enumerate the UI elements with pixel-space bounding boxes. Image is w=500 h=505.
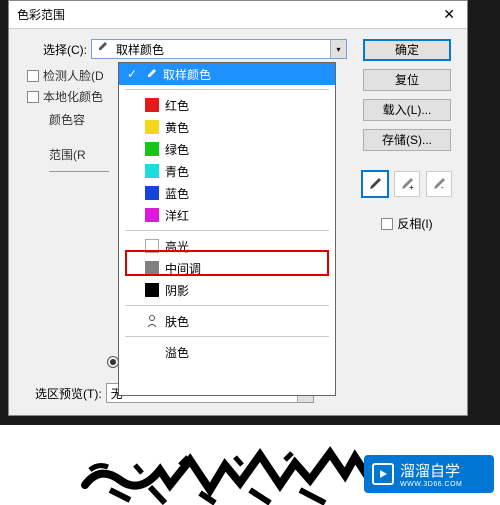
save-button[interactable]: 存储(S)... [363,129,451,151]
preview-label: 选区预览(T): [35,385,102,402]
tolerance-label: 颜色容 [49,111,85,128]
dialog-title: 色彩范围 [17,6,65,23]
svg-text:+: + [409,183,414,192]
dd-item-label: 阴影 [165,282,189,299]
range-slider-track [49,171,109,172]
person-icon [145,314,159,328]
dd-item-label: 中间调 [165,260,201,277]
dd-highlights[interactable]: 高光 [119,235,335,257]
invert-checkbox[interactable] [381,218,393,230]
dd-magenta[interactable]: 洋红 [119,204,335,226]
eyedropper-icon [96,41,112,57]
range-label: 范围(R [49,146,86,163]
dd-item-label: 取样颜色 [163,66,211,83]
dd-green[interactable]: 绿色 [119,138,335,160]
select-dropdown[interactable]: 取样颜色 ▾ [91,39,347,59]
select-label: 选择(C): [43,41,87,58]
separator [125,336,329,337]
green-swatch [145,142,159,156]
dd-item-label: 高光 [165,238,189,255]
ok-button[interactable]: 确定 [363,39,451,61]
white-swatch [145,239,159,253]
close-button[interactable]: ✕ [439,6,459,23]
watermark-sub: WWW.3D66.COM [400,481,462,488]
separator [125,305,329,306]
gray-swatch [145,261,159,275]
dd-item-label: 蓝色 [165,185,189,202]
dd-item-label: 青色 [165,163,189,180]
watermark-text: 溜溜自学 [400,460,462,481]
dd-sampled-colors[interactable]: ✓ 取样颜色 [119,63,335,85]
dd-cyan[interactable]: 青色 [119,160,335,182]
dd-yellow[interactable]: 黄色 [119,116,335,138]
dd-item-label: 黄色 [165,119,189,136]
dd-item-label: 绿色 [165,141,189,158]
eyedropper-icon [145,68,157,80]
red-swatch [145,98,159,112]
magenta-swatch [145,208,159,222]
dd-item-label: 肤色 [165,313,189,330]
svg-text:-: - [441,183,444,192]
play-icon [372,463,394,485]
eyedropper-add[interactable]: + [394,171,420,197]
invert-label: 反相(I) [397,215,432,232]
dd-skin[interactable]: 肤色 [119,310,335,332]
eyedropper-subtract[interactable]: - [426,171,452,197]
eyedropper-sample[interactable] [362,171,388,197]
separator [125,89,329,90]
cyan-swatch [145,164,159,178]
localized-label: 本地化颜色 [43,88,103,105]
black-swatch [145,283,159,297]
detect-face-checkbox[interactable] [27,70,39,82]
select-value: 取样颜色 [116,41,164,58]
titlebar: 色彩范围 ✕ [9,1,467,29]
select-dropdown-list: ✓ 取样颜色 红色 黄色 绿色 青色 蓝色 洋红 高光 中间调 阴影 肤色 溢色 [118,62,336,396]
chevron-down-icon: ▾ [330,40,346,58]
blue-swatch [145,186,159,200]
watermark: 溜溜自学 WWW.3D66.COM [364,455,494,493]
ink-drawing [80,435,400,505]
reset-button[interactable]: 复位 [363,69,451,91]
dd-shadows[interactable]: 阴影 [119,279,335,301]
dd-item-label: 溢色 [165,344,189,361]
dd-outofgamut[interactable]: 溢色 [119,341,335,363]
yellow-swatch [145,120,159,134]
dd-item-label: 红色 [165,97,189,114]
load-button[interactable]: 载入(L)... [363,99,451,121]
dd-midtones[interactable]: 中间调 [119,257,335,279]
separator [125,230,329,231]
dd-blue[interactable]: 蓝色 [119,182,335,204]
dd-red[interactable]: 红色 [119,94,335,116]
dd-item-label: 洋红 [165,207,189,224]
detect-face-label: 检测人脸(D [43,67,104,84]
localized-checkbox[interactable] [27,91,39,103]
